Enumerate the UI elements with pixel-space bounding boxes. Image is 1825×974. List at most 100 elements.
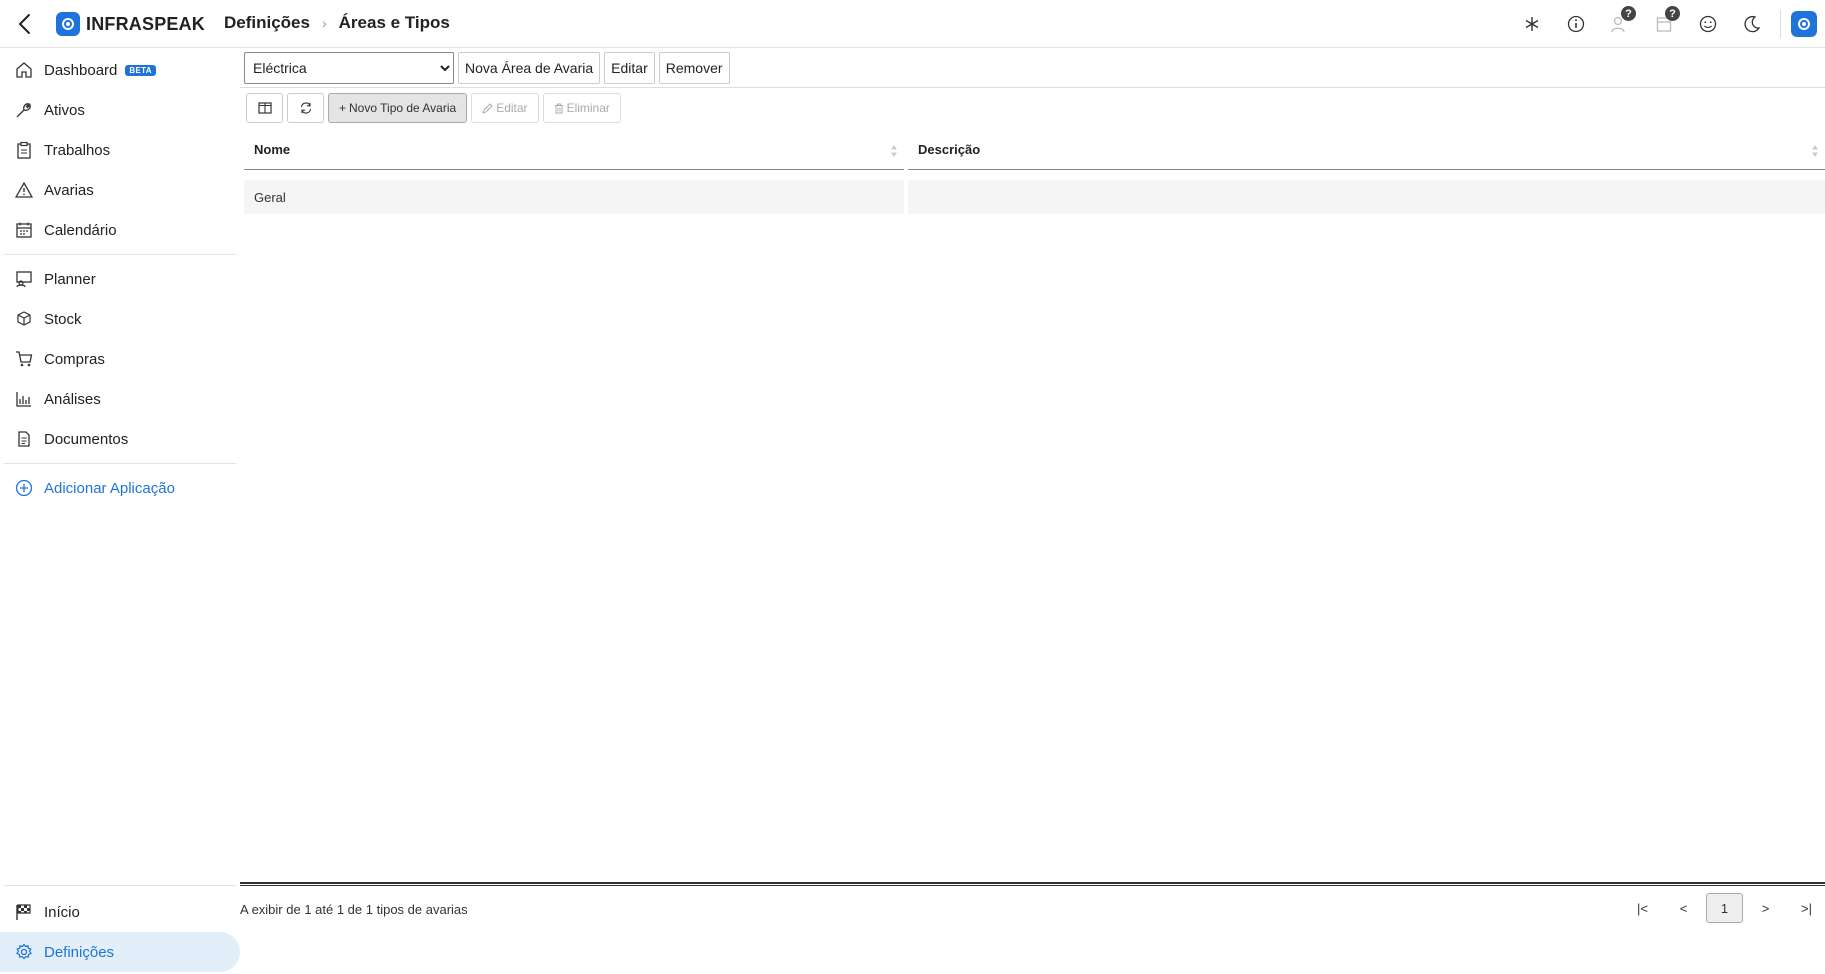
columns-button[interactable] (246, 93, 283, 123)
sidebar-item-label: Início (44, 903, 80, 921)
feedback-button[interactable] (1686, 6, 1730, 42)
new-area-button[interactable]: Nova Área de Avaria (458, 52, 601, 84)
sidebar-item-label: Compras (44, 350, 105, 368)
sidebar-item-analises[interactable]: Análises (0, 379, 240, 419)
sidebar-bottom: Início Definições (0, 881, 240, 974)
column-header-nome[interactable]: Nome (244, 130, 904, 170)
warning-icon (14, 180, 34, 200)
table-header: Nome Descrição (244, 130, 1825, 170)
flag-icon (14, 902, 34, 922)
sidebar-item-calendario[interactable]: Calendário (0, 210, 240, 250)
sidebar-item-label: Análises (44, 390, 101, 408)
planner-icon (14, 269, 34, 289)
area-select[interactable]: Eléctrica (244, 52, 454, 84)
breadcrumb: Definições › Áreas e Tipos (224, 13, 450, 33)
trash-icon (554, 103, 563, 113)
sidebar-item-label: Calendário (44, 221, 117, 239)
chevron-left-icon (18, 14, 30, 34)
sidebar: Dashboard BETA Ativos Trabalhos Avarias … (0, 48, 240, 974)
asterisk-icon (1525, 17, 1539, 31)
next-page-button[interactable]: > (1747, 893, 1784, 923)
sidebar-item-trabalhos[interactable]: Trabalhos (0, 130, 240, 170)
column-header-label: Nome (254, 142, 291, 157)
sidebar-item-dashboard[interactable]: Dashboard BETA (0, 50, 240, 90)
brand-name: INFRASPEAK (86, 13, 206, 34)
account-avatar[interactable] (1791, 11, 1817, 37)
sidebar-item-ativos[interactable]: Ativos (0, 90, 240, 130)
delete-type-label: Eliminar (566, 101, 610, 115)
moon-icon (1744, 15, 1761, 33)
area-toolbar: Eléctrica Nova Área de Avaria Editar Rem… (244, 52, 730, 84)
sidebar-item-label: Ativos (44, 101, 85, 119)
bar-chart-icon (14, 389, 34, 409)
infraspeak-logo-icon (56, 12, 80, 36)
new-type-label: Novo Tipo de Avaria (349, 101, 457, 115)
add-application-button[interactable]: Adicionar Aplicação (0, 468, 240, 508)
table-row[interactable]: Geral (244, 180, 1825, 214)
document-icon (14, 429, 34, 449)
gear-badge-icon (1798, 18, 1810, 30)
edit-type-button[interactable]: Editar (471, 93, 539, 123)
home-icon (14, 60, 34, 80)
top-bar: INFRASPEAK Definições › Áreas e Tipos ? … (0, 0, 1825, 48)
users-help-button[interactable]: ? (1598, 6, 1642, 42)
add-application-label: Adicionar Aplicação (44, 479, 175, 497)
sidebar-item-planner[interactable]: Planner (0, 259, 240, 299)
sidebar-item-avarias[interactable]: Avarias (0, 170, 240, 210)
plus-icon: + (339, 101, 347, 115)
sidebar-item-label: Definições (44, 943, 115, 961)
first-page-button[interactable]: |< (1624, 893, 1661, 923)
brand[interactable]: INFRASPEAK (56, 12, 205, 36)
wrench-icon (14, 100, 34, 120)
dark-mode-toggle[interactable] (1730, 6, 1774, 42)
sidebar-item-inicio[interactable]: Início (0, 892, 240, 932)
cell-nome: Geral (244, 180, 904, 214)
delete-type-button[interactable]: Eliminar (542, 93, 621, 123)
sidebar-item-label: Documentos (44, 430, 129, 448)
beta-badge: BETA (125, 64, 156, 76)
help-badge: ? (1665, 6, 1680, 21)
top-icons: ? ? (1510, 6, 1817, 42)
previous-page-button[interactable]: < (1665, 893, 1702, 923)
sidebar-item-label: Trabalhos (44, 141, 111, 159)
plus-circle-icon (14, 478, 34, 498)
sidebar-item-label: Avarias (44, 181, 94, 199)
sidebar-divider (4, 254, 236, 255)
sidebar-divider (4, 885, 236, 886)
failure-types-table: Nome Descrição Geral (244, 130, 1825, 214)
pagination: |< < 1 > >| (1624, 893, 1825, 923)
top-divider (1780, 10, 1781, 38)
back-button[interactable] (12, 12, 36, 36)
asterisk-button[interactable] (1510, 6, 1554, 42)
sidebar-item-definicoes[interactable]: Definições (0, 932, 240, 972)
sort-icon (1812, 145, 1818, 157)
gear-icon (14, 942, 34, 962)
pencil-icon (482, 102, 493, 114)
info-button[interactable] (1554, 6, 1598, 42)
remove-area-button[interactable]: Remover (658, 52, 730, 84)
cell-descricao (908, 180, 1825, 214)
page-button-current[interactable]: 1 (1706, 893, 1743, 923)
column-header-descricao[interactable]: Descrição (908, 130, 1825, 170)
clipboard-icon (14, 140, 34, 160)
calendar-help-button[interactable]: ? (1642, 6, 1686, 42)
smiley-icon (1699, 15, 1717, 33)
grid-toolbar: + Novo Tipo de Avaria Editar Eliminar (246, 93, 621, 123)
edit-area-button[interactable]: Editar (604, 52, 655, 84)
sidebar-item-documentos[interactable]: Documentos (0, 419, 240, 459)
cart-icon (14, 349, 34, 369)
breadcrumb-definicoes[interactable]: Definições (224, 13, 310, 33)
refresh-icon (300, 102, 311, 114)
new-type-button[interactable]: + Novo Tipo de Avaria (328, 93, 468, 123)
info-icon (1567, 15, 1585, 33)
last-page-button[interactable]: >| (1788, 893, 1825, 923)
sidebar-item-stock[interactable]: Stock (0, 299, 240, 339)
main-content: Eléctrica Nova Área de Avaria Editar Rem… (240, 48, 1825, 974)
sidebar-item-compras[interactable]: Compras (0, 339, 240, 379)
sidebar-divider (4, 463, 236, 464)
column-header-label: Descrição (918, 142, 981, 157)
breadcrumb-current: Áreas e Tipos (338, 13, 450, 32)
breadcrumb-separator-icon: › (321, 15, 327, 31)
refresh-button[interactable] (287, 93, 324, 123)
calendar-icon (14, 220, 34, 240)
